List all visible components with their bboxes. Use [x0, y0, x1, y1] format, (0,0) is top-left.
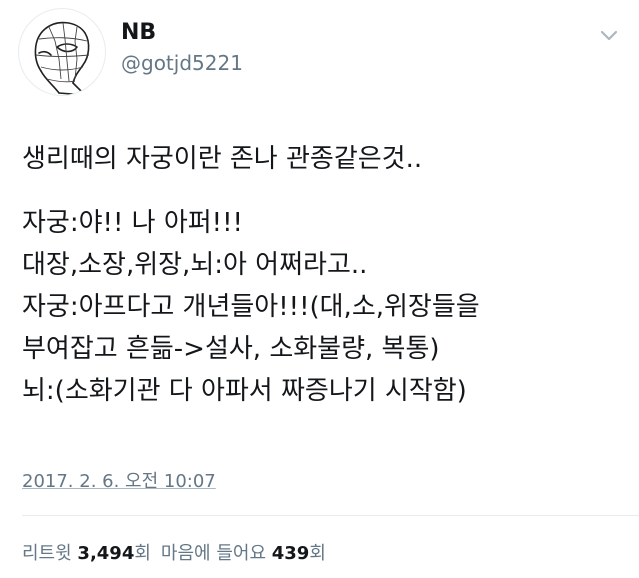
tweet-text: 생리때의 자궁이란 존나 관종같은것.. 자궁:야!! 나 아퍼!!! 대장,소…: [22, 138, 627, 412]
tweet-stats: 리트윗 3,494회 마음에 들어요 439회: [22, 541, 326, 567]
retweet-label: 리트윗: [22, 543, 72, 564]
retweet-unit: 회: [134, 543, 151, 564]
author-display-name[interactable]: NB: [121, 20, 156, 46]
like-unit: 회: [309, 543, 326, 564]
tweet-timestamp-link[interactable]: 2017. 2. 6. 오전 10:07: [22, 470, 216, 494]
chevron-down-icon[interactable]: [596, 26, 622, 46]
avatar[interactable]: [18, 8, 106, 96]
tweet-text-line: 뇌:(소화기관 다 아파서 짜증나기 시작함): [22, 376, 467, 406]
tweet-text-line: 대장,소장,위장,뇌:아 어쩌라고..: [22, 250, 368, 280]
like-count: 439: [271, 543, 310, 564]
tweet-card: NB @gotjd5221 생리때의 자궁이란 존나 관종같은것.. 자궁:야!…: [0, 0, 639, 578]
tweet-text-line: 생리때의 자궁이란 존나 관종같은것..: [22, 144, 423, 174]
tweet-text-line: 부여잡고 흔듦->설사, 소화불량, 복통): [22, 334, 440, 364]
like-stat[interactable]: 마음에 들어요 439회: [161, 543, 326, 564]
retweet-count: 3,494: [77, 543, 135, 564]
author-handle[interactable]: @gotjd5221: [121, 50, 243, 76]
like-label: 마음에 들어요: [160, 543, 267, 564]
retweet-stat[interactable]: 리트윗 3,494회: [22, 543, 151, 564]
divider: [22, 515, 639, 516]
tweet-text-line: 자궁:야!! 나 아퍼!!!: [22, 208, 243, 238]
spiderman-sketch-avatar-icon: [34, 21, 90, 95]
tweet-text-line: 자궁:아프다고 개년들아!!!(대,소,위장들을: [22, 292, 480, 322]
